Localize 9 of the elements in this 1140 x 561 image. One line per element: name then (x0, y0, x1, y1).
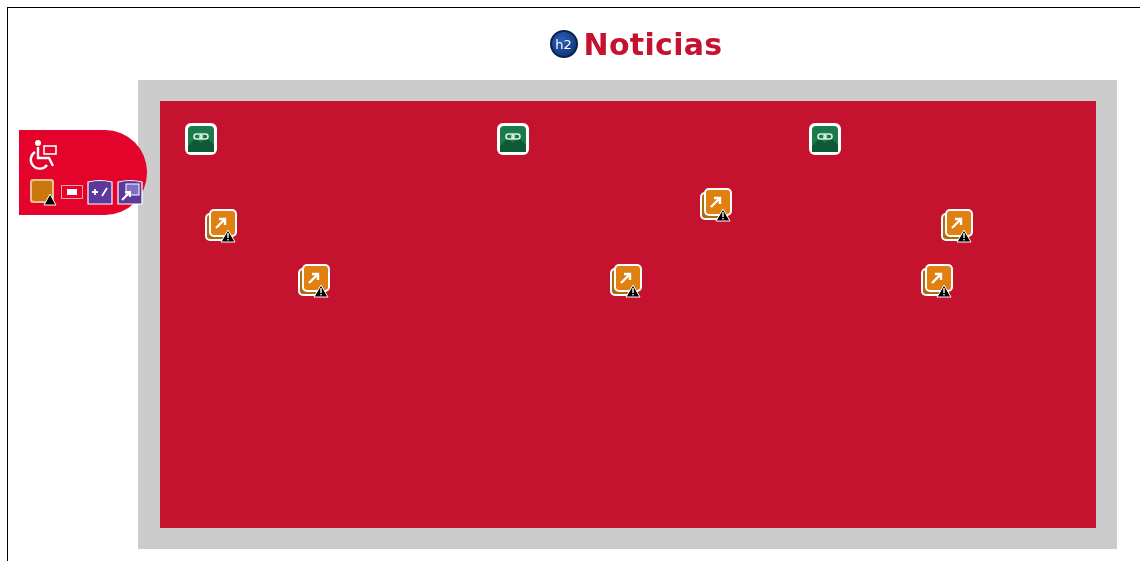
expand-icon[interactable] (117, 179, 143, 205)
alert-icon[interactable] (29, 178, 57, 206)
heading-level-badge: h2 (549, 30, 578, 58)
section-heading: Noticias (583, 26, 723, 62)
link-icon (496, 122, 530, 156)
link-icon (808, 122, 842, 156)
link-icon (184, 122, 218, 156)
contrast-icon[interactable] (87, 179, 113, 205)
markup-icon[interactable] (61, 185, 83, 199)
